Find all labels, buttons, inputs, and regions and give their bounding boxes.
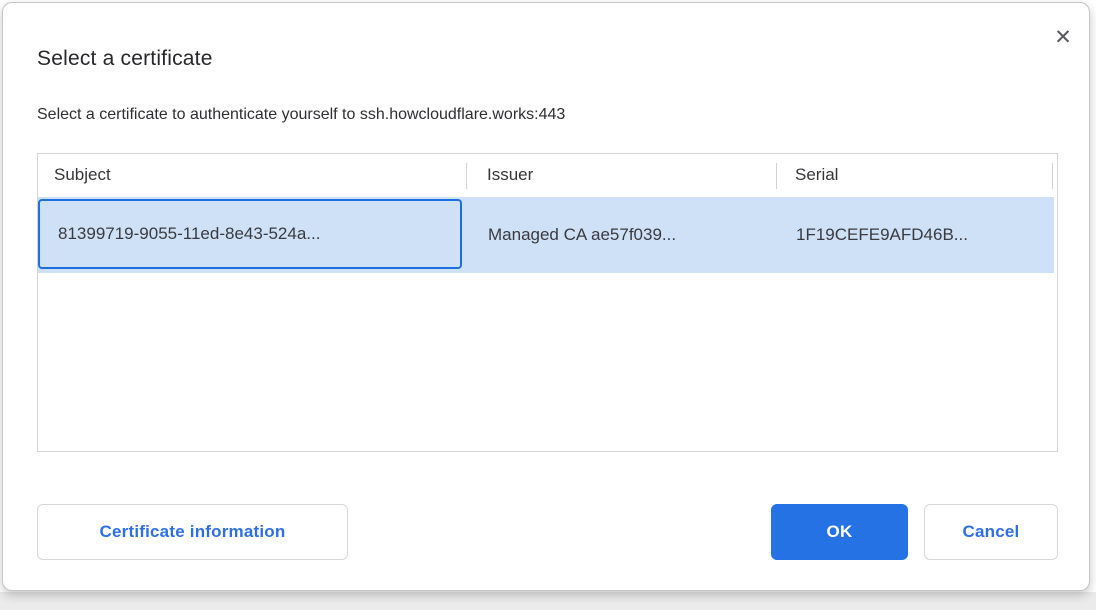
column-divider	[776, 163, 777, 189]
column-header-serial: Serial	[795, 165, 838, 185]
close-icon[interactable]: ✕	[1047, 21, 1079, 53]
column-header-issuer: Issuer	[487, 165, 533, 185]
ok-button[interactable]: OK	[771, 504, 908, 560]
certificate-serial-cell[interactable]: 1F19CEFE9AFD46B...	[796, 197, 1052, 273]
page-background-strip	[0, 592, 1096, 610]
column-header-subject: Subject	[54, 165, 111, 185]
column-divider	[1052, 163, 1053, 189]
certificate-table: Subject Issuer Serial 81399719-9055-11ed…	[37, 153, 1058, 452]
screen: ✕ Select a certificate Select a certific…	[0, 0, 1096, 610]
cancel-button[interactable]: Cancel	[924, 504, 1058, 560]
table-header: Subject Issuer Serial	[38, 154, 1057, 197]
dialog-title: Select a certificate	[37, 47, 213, 71]
certificate-information-button[interactable]: Certificate information	[37, 504, 348, 560]
select-certificate-dialog: ✕ Select a certificate Select a certific…	[2, 2, 1090, 591]
certificate-subject-cell[interactable]: 81399719-9055-11ed-8e43-524a...	[38, 199, 462, 269]
dialog-subtitle: Select a certificate to authenticate you…	[37, 106, 565, 124]
column-divider	[466, 163, 467, 189]
certificate-row-selected[interactable]: 81399719-9055-11ed-8e43-524a... Managed …	[38, 197, 1054, 273]
certificate-issuer-cell[interactable]: Managed CA ae57f039...	[488, 197, 774, 273]
